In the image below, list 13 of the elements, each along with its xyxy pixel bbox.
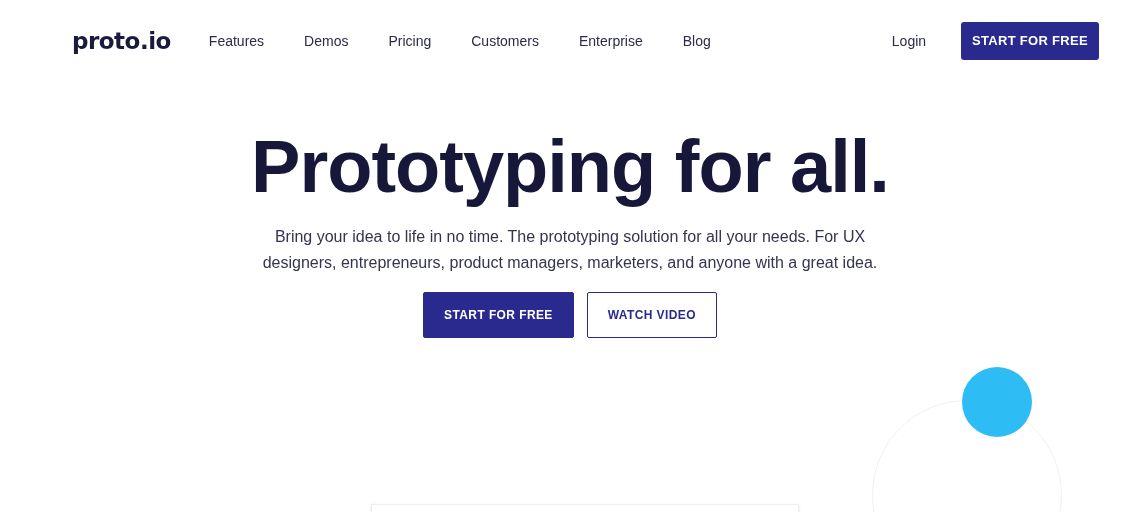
nav-link[interactable]: Enterprise	[578, 30, 643, 52]
hero-title: Prototyping for all.	[251, 124, 889, 210]
hero-subtitle: Bring your idea to life in no time. The prototyping solution for all your needs. For UX designers, entrepreneurs, product managers, marketers, and anyone with a great idea.	[261, 227, 879, 273]
nav-link[interactable]: Blog	[682, 30, 711, 52]
start-free-button[interactable]: START FOR FREE	[961, 22, 1099, 60]
login-link[interactable]: Login	[891, 30, 927, 52]
watch-video-button[interactable]: WATCH VIDEO	[586, 292, 717, 338]
nav-link[interactable]: Demos	[304, 30, 349, 52]
nav-link[interactable]: Customers	[471, 30, 539, 52]
nav-link[interactable]: Features	[208, 30, 265, 52]
start-free-button[interactable]: START FOR FREE	[423, 292, 574, 338]
logo[interactable]: proto.io	[72, 23, 171, 59]
nav-link[interactable]: Pricing	[388, 30, 432, 52]
